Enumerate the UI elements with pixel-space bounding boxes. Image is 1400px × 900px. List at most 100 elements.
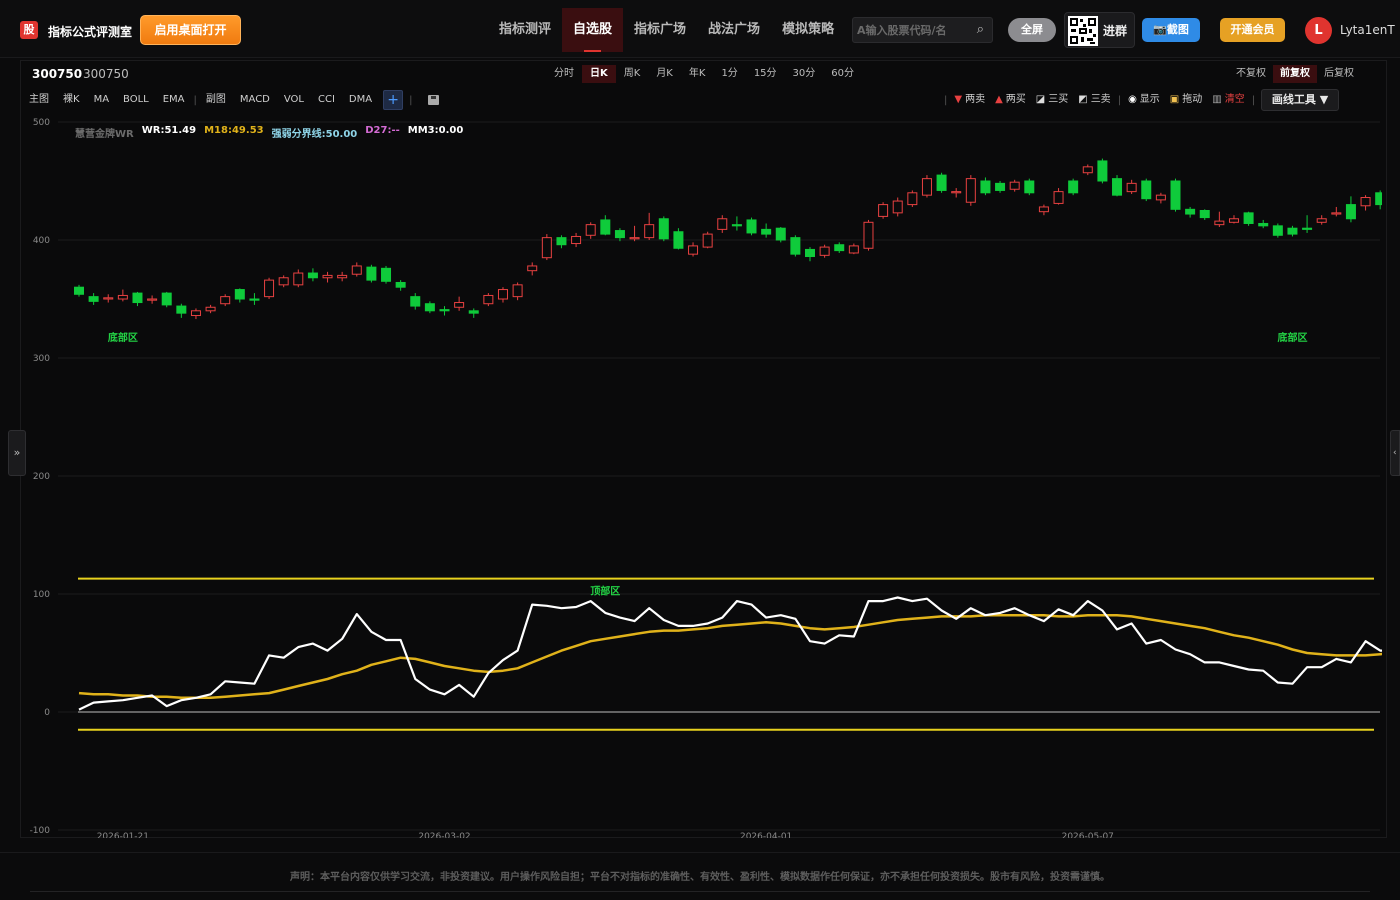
nav-item-3[interactable]: 战法广场: [697, 8, 771, 52]
stock-search-box: ⌕: [852, 17, 993, 43]
divider: |: [1117, 94, 1122, 106]
candle-body: [395, 281, 406, 288]
candle-body: [293, 272, 304, 286]
candle-body: [1009, 181, 1020, 190]
candle-body: [103, 297, 114, 300]
candle-body: [1053, 191, 1064, 204]
buy3-button[interactable]: ◪ 三买: [1031, 90, 1073, 110]
sell2-button[interactable]: ▼ 两卖: [949, 90, 990, 110]
period-tab-8[interactable]: 60分: [823, 65, 862, 83]
candle-body: [761, 228, 772, 235]
period-tab-6[interactable]: 15分: [746, 65, 785, 83]
sub-indicator-4[interactable]: DMA: [342, 90, 379, 110]
expand-left-handle[interactable]: »: [8, 430, 26, 476]
candle-body: [1155, 194, 1166, 201]
username[interactable]: Lyta1enT: [1340, 23, 1395, 37]
stock-search-input[interactable]: [857, 21, 969, 39]
open-desktop-button[interactable]: 启用桌面打开: [140, 15, 241, 45]
candle-body: [234, 289, 245, 300]
vip-button[interactable]: 开通会员: [1220, 18, 1285, 42]
candle-body: [1126, 182, 1137, 193]
save-icon[interactable]: [428, 95, 440, 105]
show-button[interactable]: ◉ 显示: [1123, 90, 1165, 110]
join-group-label: 进群: [1103, 24, 1128, 38]
y-tick-label: -100: [30, 826, 51, 836]
candle-body: [1375, 192, 1382, 206]
nav-item-2[interactable]: 指标广场: [623, 8, 697, 52]
candle-body: [497, 289, 508, 300]
period-tab-7[interactable]: 30分: [785, 65, 824, 83]
main-indicator-4[interactable]: EMA: [156, 90, 192, 110]
stock-code: 300750: [32, 67, 83, 81]
candle-body: [921, 178, 932, 196]
footer-divider: [30, 891, 1370, 892]
stock-name: 300750: [83, 67, 129, 81]
candle-body: [936, 174, 947, 191]
divider: |: [193, 94, 197, 106]
main-indicator-1[interactable]: 裸K: [56, 90, 87, 110]
main-indicator-3[interactable]: BOLL: [116, 90, 156, 110]
period-tab-2[interactable]: 周K: [616, 65, 649, 83]
candle-body: [337, 274, 348, 279]
sub-indicator-3[interactable]: CCI: [311, 90, 342, 110]
candle-body: [644, 224, 655, 239]
main-indicator-0[interactable]: 主图: [22, 90, 56, 110]
period-tab-3[interactable]: 月K: [648, 65, 681, 83]
down-triangle-icon: ▼: [954, 94, 963, 105]
eye-icon: ◉: [1128, 94, 1137, 105]
up-triangle-icon: ▲: [995, 94, 1003, 105]
candle-body: [658, 218, 669, 240]
add-indicator-button[interactable]: +: [383, 90, 404, 110]
candle-body: [264, 279, 275, 298]
divider: |: [1251, 94, 1256, 106]
candle-body: [1097, 160, 1108, 182]
expand-right-handle[interactable]: ‹: [1390, 430, 1400, 476]
kline-chart[interactable]: 500 400 300 200 100 0 -100 2026-01-21 2026-03-02…: [20, 112, 1382, 838]
candle-body: [1038, 206, 1049, 213]
drawing-tools-dropdown[interactable]: 画线工具 ▼: [1261, 89, 1340, 111]
screenshot-button[interactable]: 📷截图: [1142, 18, 1200, 42]
candle-body: [600, 219, 611, 235]
fullscreen-button[interactable]: 全屏: [1008, 18, 1056, 42]
period-tab-0[interactable]: 分时: [546, 65, 582, 83]
nav-item-0[interactable]: 指标测评: [488, 8, 562, 52]
nav-item-1[interactable]: 自选股: [562, 8, 624, 52]
adjust-tab-0[interactable]: 不复权: [1229, 65, 1273, 83]
zone-label: 顶部区: [590, 584, 620, 597]
y-tick-label: 500: [33, 118, 50, 128]
avatar[interactable]: L: [1305, 17, 1332, 44]
candle-body: [424, 303, 435, 312]
period-tab-1[interactable]: 日K: [582, 65, 616, 83]
candle-body: [249, 298, 260, 301]
candle-body: [132, 292, 143, 304]
period-tab-4[interactable]: 年K: [681, 65, 714, 83]
search-icon[interactable]: ⌕: [977, 22, 984, 37]
join-group-button[interactable]: 进群: [1064, 12, 1135, 48]
candle-body: [307, 272, 318, 279]
candle-body: [147, 298, 158, 301]
candle-body: [1243, 212, 1254, 224]
candle-body: [1024, 180, 1035, 194]
clear-button[interactable]: ▥ 清空: [1207, 90, 1249, 110]
adjust-tab-2[interactable]: 后复权: [1317, 65, 1361, 83]
drag-button[interactable]: ▣ 拖动: [1165, 90, 1207, 110]
sub-indicator-0[interactable]: 副图: [199, 90, 233, 110]
buy2-button[interactable]: ▲ 两买: [990, 90, 1031, 110]
candle-body: [190, 310, 201, 317]
candle-body: [1082, 166, 1093, 174]
candle-body: [161, 292, 172, 306]
sell3-button[interactable]: ◩ 三卖: [1073, 90, 1115, 110]
adjust-tab-1[interactable]: 前复权: [1273, 65, 1317, 83]
candle-body: [848, 245, 859, 254]
y-tick-label: 400: [33, 236, 50, 246]
sub-indicator-1[interactable]: MACD: [233, 90, 277, 110]
sub-indicator-2[interactable]: VOL: [277, 90, 311, 110]
clear-label: 清空: [1224, 94, 1245, 105]
buy3-label: 三买: [1048, 94, 1069, 105]
nav-item-4[interactable]: 模拟策略: [771, 8, 845, 52]
main-indicator-2[interactable]: MA: [87, 90, 116, 110]
app-title: 指标公式评测室: [48, 25, 133, 39]
candle-body: [1112, 178, 1123, 196]
candle-body: [220, 296, 231, 305]
period-tab-5[interactable]: 1分: [713, 65, 745, 83]
